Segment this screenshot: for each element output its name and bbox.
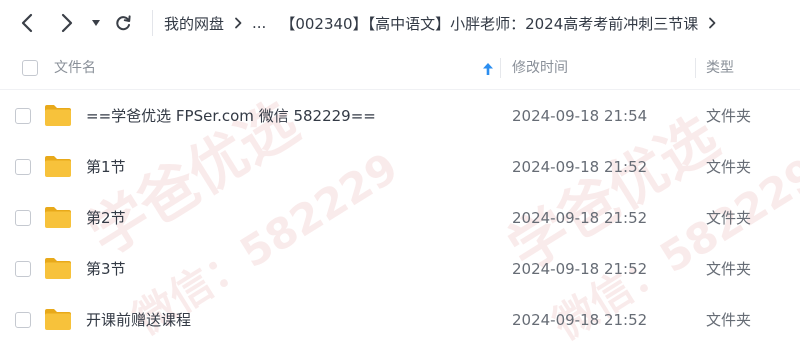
- breadcrumb: 我的网盘 ... 【002340】【高中语文】小胖老师：2024高考考前冲刺三节…: [164, 0, 726, 46]
- column-header-type[interactable]: 类型: [706, 46, 734, 90]
- row-checkbox[interactable]: [15, 210, 31, 226]
- breadcrumb-more-icon[interactable]: [708, 17, 716, 29]
- file-modified-time: 2024-09-18 21:52: [512, 158, 648, 176]
- select-all-checkbox[interactable]: [22, 60, 38, 76]
- toolbar-divider: [152, 10, 153, 36]
- table-row[interactable]: 第2节 2024-09-18 21:52 文件夹: [0, 192, 800, 244]
- column-header-name[interactable]: 文件名: [54, 46, 96, 90]
- file-type: 文件夹: [706, 158, 752, 176]
- forward-button[interactable]: [54, 10, 80, 36]
- file-modified-time: 2024-09-18 21:52: [512, 209, 648, 227]
- folder-icon: [44, 307, 72, 331]
- file-modified-time: 2024-09-18 21:54: [512, 107, 648, 125]
- file-type: 文件夹: [706, 311, 752, 329]
- breadcrumb-current[interactable]: 【002340】【高中语文】小胖老师：2024高考考前冲刺三节课: [280, 13, 698, 34]
- breadcrumb-ellipsis[interactable]: ...: [252, 14, 266, 32]
- table-row[interactable]: 第3节 2024-09-18 21:52 文件夹: [0, 243, 800, 295]
- file-type: 文件夹: [706, 260, 752, 278]
- table-row[interactable]: 开课前赠送课程 2024-09-18 21:52 文件夹: [0, 294, 800, 346]
- caret-down-icon: [91, 19, 101, 27]
- folder-icon: [44, 205, 72, 229]
- toolbar: 我的网盘 ... 【002340】【高中语文】小胖老师：2024高考考前冲刺三节…: [0, 0, 800, 46]
- file-type: 文件夹: [706, 209, 752, 227]
- chevron-left-icon: [20, 13, 34, 33]
- column-divider[interactable]: [695, 58, 696, 78]
- chevron-right-icon: [60, 13, 74, 33]
- file-modified-time: 2024-09-18 21:52: [512, 311, 648, 329]
- folder-icon: [44, 154, 72, 178]
- file-name[interactable]: 第3节: [86, 243, 126, 295]
- column-divider[interactable]: [500, 58, 501, 78]
- file-name[interactable]: 第2节: [86, 192, 126, 244]
- breadcrumb-root[interactable]: 我的网盘: [164, 13, 224, 34]
- folder-icon: [44, 256, 72, 280]
- sort-arrow-up-icon[interactable]: [482, 61, 494, 80]
- refresh-icon: [114, 14, 132, 32]
- file-modified-time: 2024-09-18 21:52: [512, 260, 648, 278]
- file-type: 文件夹: [706, 107, 752, 125]
- table-row[interactable]: 第1节 2024-09-18 21:52 文件夹: [0, 141, 800, 193]
- row-checkbox[interactable]: [15, 108, 31, 124]
- column-header-modified[interactable]: 修改时间: [512, 46, 568, 90]
- breadcrumb-chevron-icon: [234, 17, 242, 29]
- history-dropdown-button[interactable]: [84, 10, 108, 36]
- file-name[interactable]: 开课前赠送课程: [86, 294, 191, 346]
- file-list-header: 文件名 修改时间 类型: [0, 46, 800, 90]
- back-button[interactable]: [14, 10, 40, 36]
- row-checkbox[interactable]: [15, 261, 31, 277]
- table-row[interactable]: ==学爸优选 FPSer.com 微信 582229== 2024-09-18 …: [0, 90, 800, 142]
- folder-icon: [44, 103, 72, 127]
- row-checkbox[interactable]: [15, 312, 31, 328]
- file-name[interactable]: ==学爸优选 FPSer.com 微信 582229==: [86, 90, 376, 142]
- refresh-button[interactable]: [110, 10, 136, 36]
- file-name[interactable]: 第1节: [86, 141, 126, 193]
- row-checkbox[interactable]: [15, 159, 31, 175]
